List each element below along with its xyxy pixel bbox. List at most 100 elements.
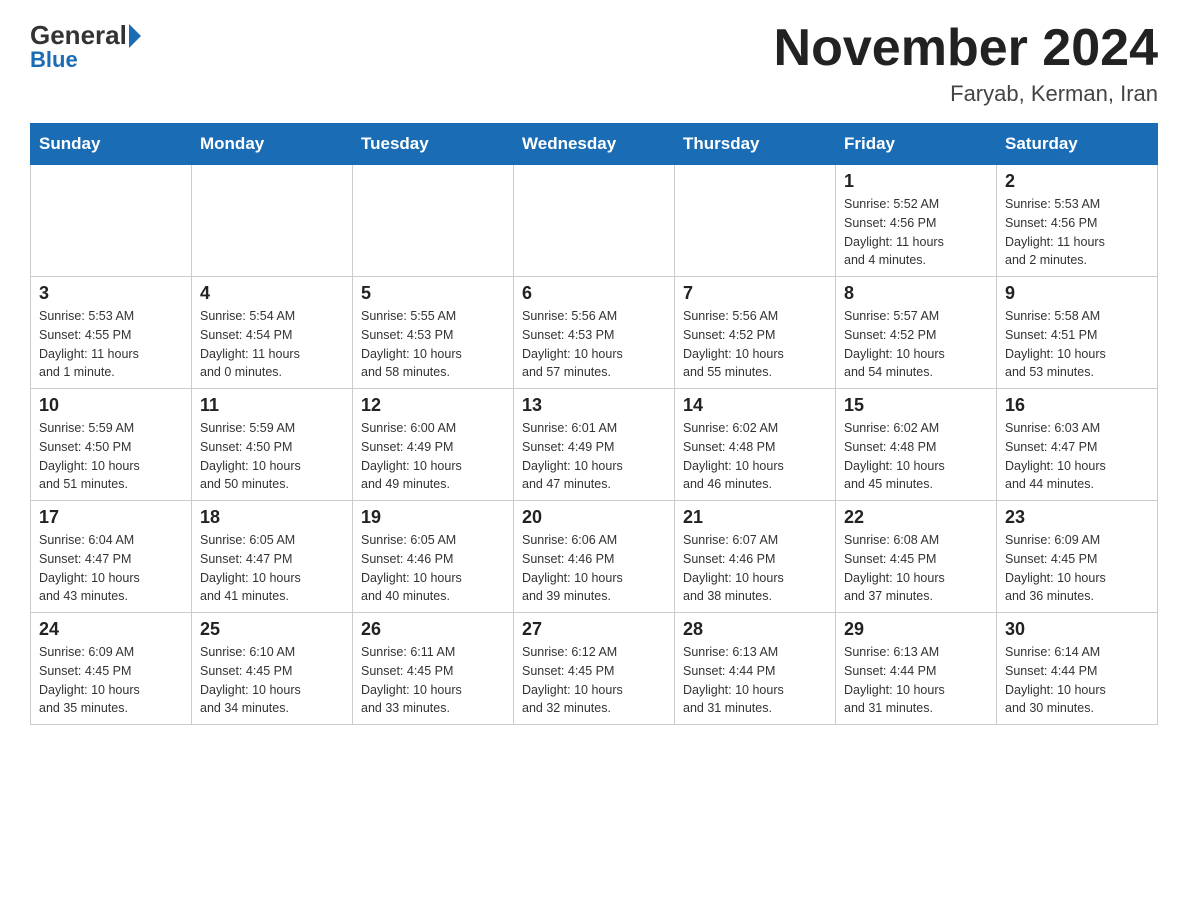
calendar-cell: 13 Sunrise: 6:01 AM Sunset: 4:49 PM Dayli… (514, 389, 675, 501)
calendar-cell (353, 165, 514, 277)
calendar-cell: 6Sunrise: 5:56 AM Sunset: 4:53 PM Daylig… (514, 277, 675, 389)
weekday-header-saturday: Saturday (997, 124, 1158, 165)
week-row-2: 3 Sunrise: 5:53 AM Sunset: 4:55 PM Daylig… (31, 277, 1158, 389)
header: General Blue November 2024 Faryab, Kerma… (30, 20, 1158, 107)
day-number: 15 (844, 395, 988, 416)
calendar-cell: 23 Sunrise: 6:09 AM Sunset: 4:45 PM Dayli… (997, 501, 1158, 613)
calendar-title: November 2024 (774, 20, 1158, 77)
day-info: Sunrise: 5:53 AM Sunset: 4:55 PM Dayligh… (39, 307, 183, 382)
day-number: 20 (522, 507, 666, 528)
day-number: 30 (1005, 619, 1149, 640)
calendar-cell: 22 Sunrise: 6:08 AM Sunset: 4:45 PM Dayli… (836, 501, 997, 613)
day-info: Sunrise: 5:59 AM Sunset: 4:50 PM Dayligh… (200, 419, 344, 494)
calendar-cell: 29 Sunrise: 6:13 AM Sunset: 4:44 PM Dayli… (836, 613, 997, 725)
calendar-cell (675, 165, 836, 277)
calendar-cell: 4 Sunrise: 5:54 AM Sunset: 4:54 PM Daylig… (192, 277, 353, 389)
day-info: Sunrise: 6:07 AM Sunset: 4:46 PM Dayligh… (683, 531, 827, 606)
day-info: Sunrise: 5:58 AM Sunset: 4:51 PM Dayligh… (1005, 307, 1149, 382)
day-info: Sunrise: 5:53 AM Sunset: 4:56 PM Dayligh… (1005, 195, 1149, 270)
day-number: 18 (200, 507, 344, 528)
day-number: 23 (1005, 507, 1149, 528)
day-number: 25 (200, 619, 344, 640)
day-info: Sunrise: 6:00 AM Sunset: 4:49 PM Dayligh… (361, 419, 505, 494)
weekday-header-friday: Friday (836, 124, 997, 165)
day-info: Sunrise: 6:05 AM Sunset: 4:47 PM Dayligh… (200, 531, 344, 606)
day-number: 9 (1005, 283, 1149, 304)
day-number: 22 (844, 507, 988, 528)
logo: General Blue (30, 20, 143, 73)
calendar-subtitle: Faryab, Kerman, Iran (774, 81, 1158, 107)
logo-blue: Blue (30, 47, 78, 73)
day-number: 16 (1005, 395, 1149, 416)
day-number: 13 (522, 395, 666, 416)
day-number: 28 (683, 619, 827, 640)
calendar-cell: 19 Sunrise: 6:05 AM Sunset: 4:46 PM Dayli… (353, 501, 514, 613)
calendar-cell: 2Sunrise: 5:53 AM Sunset: 4:56 PM Daylig… (997, 165, 1158, 277)
calendar-cell: 21 Sunrise: 6:07 AM Sunset: 4:46 PM Dayli… (675, 501, 836, 613)
calendar-cell: 27 Sunrise: 6:12 AM Sunset: 4:45 PM Dayli… (514, 613, 675, 725)
weekday-header-wednesday: Wednesday (514, 124, 675, 165)
day-info: Sunrise: 5:57 AM Sunset: 4:52 PM Dayligh… (844, 307, 988, 382)
week-row-1: 1 Sunrise: 5:52 AM Sunset: 4:56 PM Daylig… (31, 165, 1158, 277)
day-number: 27 (522, 619, 666, 640)
logo-triangle-icon (129, 24, 141, 48)
calendar-cell: 7Sunrise: 5:56 AM Sunset: 4:52 PM Daylig… (675, 277, 836, 389)
day-info: Sunrise: 6:04 AM Sunset: 4:47 PM Dayligh… (39, 531, 183, 606)
calendar-cell: 18 Sunrise: 6:05 AM Sunset: 4:47 PM Dayli… (192, 501, 353, 613)
weekday-header-tuesday: Tuesday (353, 124, 514, 165)
calendar-cell: 25 Sunrise: 6:10 AM Sunset: 4:45 PM Dayli… (192, 613, 353, 725)
calendar-cell: 1 Sunrise: 5:52 AM Sunset: 4:56 PM Daylig… (836, 165, 997, 277)
day-info: Sunrise: 6:14 AM Sunset: 4:44 PM Dayligh… (1005, 643, 1149, 718)
weekday-header-monday: Monday (192, 124, 353, 165)
day-info: Sunrise: 6:03 AM Sunset: 4:47 PM Dayligh… (1005, 419, 1149, 494)
day-info: Sunrise: 6:10 AM Sunset: 4:45 PM Dayligh… (200, 643, 344, 718)
day-info: Sunrise: 6:09 AM Sunset: 4:45 PM Dayligh… (1005, 531, 1149, 606)
calendar-cell: 20 Sunrise: 6:06 AM Sunset: 4:46 PM Dayli… (514, 501, 675, 613)
calendar-table: SundayMondayTuesdayWednesdayThursdayFrid… (30, 123, 1158, 725)
day-number: 21 (683, 507, 827, 528)
day-info: Sunrise: 6:06 AM Sunset: 4:46 PM Dayligh… (522, 531, 666, 606)
calendar-cell: 30 Sunrise: 6:14 AM Sunset: 4:44 PM Dayli… (997, 613, 1158, 725)
day-info: Sunrise: 6:02 AM Sunset: 4:48 PM Dayligh… (683, 419, 827, 494)
day-info: Sunrise: 5:56 AM Sunset: 4:53 PM Dayligh… (522, 307, 666, 382)
week-row-4: 17Sunrise: 6:04 AM Sunset: 4:47 PM Dayli… (31, 501, 1158, 613)
day-number: 29 (844, 619, 988, 640)
day-info: Sunrise: 6:01 AM Sunset: 4:49 PM Dayligh… (522, 419, 666, 494)
weekday-header-thursday: Thursday (675, 124, 836, 165)
day-info: Sunrise: 6:02 AM Sunset: 4:48 PM Dayligh… (844, 419, 988, 494)
calendar-cell (31, 165, 192, 277)
calendar-cell: 12 Sunrise: 6:00 AM Sunset: 4:49 PM Dayli… (353, 389, 514, 501)
day-info: Sunrise: 6:05 AM Sunset: 4:46 PM Dayligh… (361, 531, 505, 606)
day-info: Sunrise: 6:11 AM Sunset: 4:45 PM Dayligh… (361, 643, 505, 718)
calendar-cell: 9 Sunrise: 5:58 AM Sunset: 4:51 PM Daylig… (997, 277, 1158, 389)
day-number: 12 (361, 395, 505, 416)
day-number: 1 (844, 171, 988, 192)
day-info: Sunrise: 6:13 AM Sunset: 4:44 PM Dayligh… (683, 643, 827, 718)
day-info: Sunrise: 5:54 AM Sunset: 4:54 PM Dayligh… (200, 307, 344, 382)
calendar-cell (192, 165, 353, 277)
day-info: Sunrise: 6:09 AM Sunset: 4:45 PM Dayligh… (39, 643, 183, 718)
day-number: 7 (683, 283, 827, 304)
day-number: 11 (200, 395, 344, 416)
day-info: Sunrise: 6:12 AM Sunset: 4:45 PM Dayligh… (522, 643, 666, 718)
calendar-cell: 16 Sunrise: 6:03 AM Sunset: 4:47 PM Dayli… (997, 389, 1158, 501)
calendar-cell: 8Sunrise: 5:57 AM Sunset: 4:52 PM Daylig… (836, 277, 997, 389)
calendar-cell: 10Sunrise: 5:59 AM Sunset: 4:50 PM Dayli… (31, 389, 192, 501)
calendar-cell: 14Sunrise: 6:02 AM Sunset: 4:48 PM Dayli… (675, 389, 836, 501)
day-number: 4 (200, 283, 344, 304)
week-row-5: 24 Sunrise: 6:09 AM Sunset: 4:45 PM Dayli… (31, 613, 1158, 725)
calendar-cell: 3 Sunrise: 5:53 AM Sunset: 4:55 PM Daylig… (31, 277, 192, 389)
day-info: Sunrise: 6:13 AM Sunset: 4:44 PM Dayligh… (844, 643, 988, 718)
week-row-3: 10Sunrise: 5:59 AM Sunset: 4:50 PM Dayli… (31, 389, 1158, 501)
day-number: 3 (39, 283, 183, 304)
calendar-cell (514, 165, 675, 277)
title-area: November 2024 Faryab, Kerman, Iran (774, 20, 1158, 107)
day-info: Sunrise: 5:55 AM Sunset: 4:53 PM Dayligh… (361, 307, 505, 382)
day-number: 5 (361, 283, 505, 304)
day-number: 19 (361, 507, 505, 528)
day-number: 24 (39, 619, 183, 640)
day-info: Sunrise: 6:08 AM Sunset: 4:45 PM Dayligh… (844, 531, 988, 606)
day-number: 26 (361, 619, 505, 640)
day-info: Sunrise: 5:52 AM Sunset: 4:56 PM Dayligh… (844, 195, 988, 270)
calendar-cell: 11 Sunrise: 5:59 AM Sunset: 4:50 PM Dayli… (192, 389, 353, 501)
